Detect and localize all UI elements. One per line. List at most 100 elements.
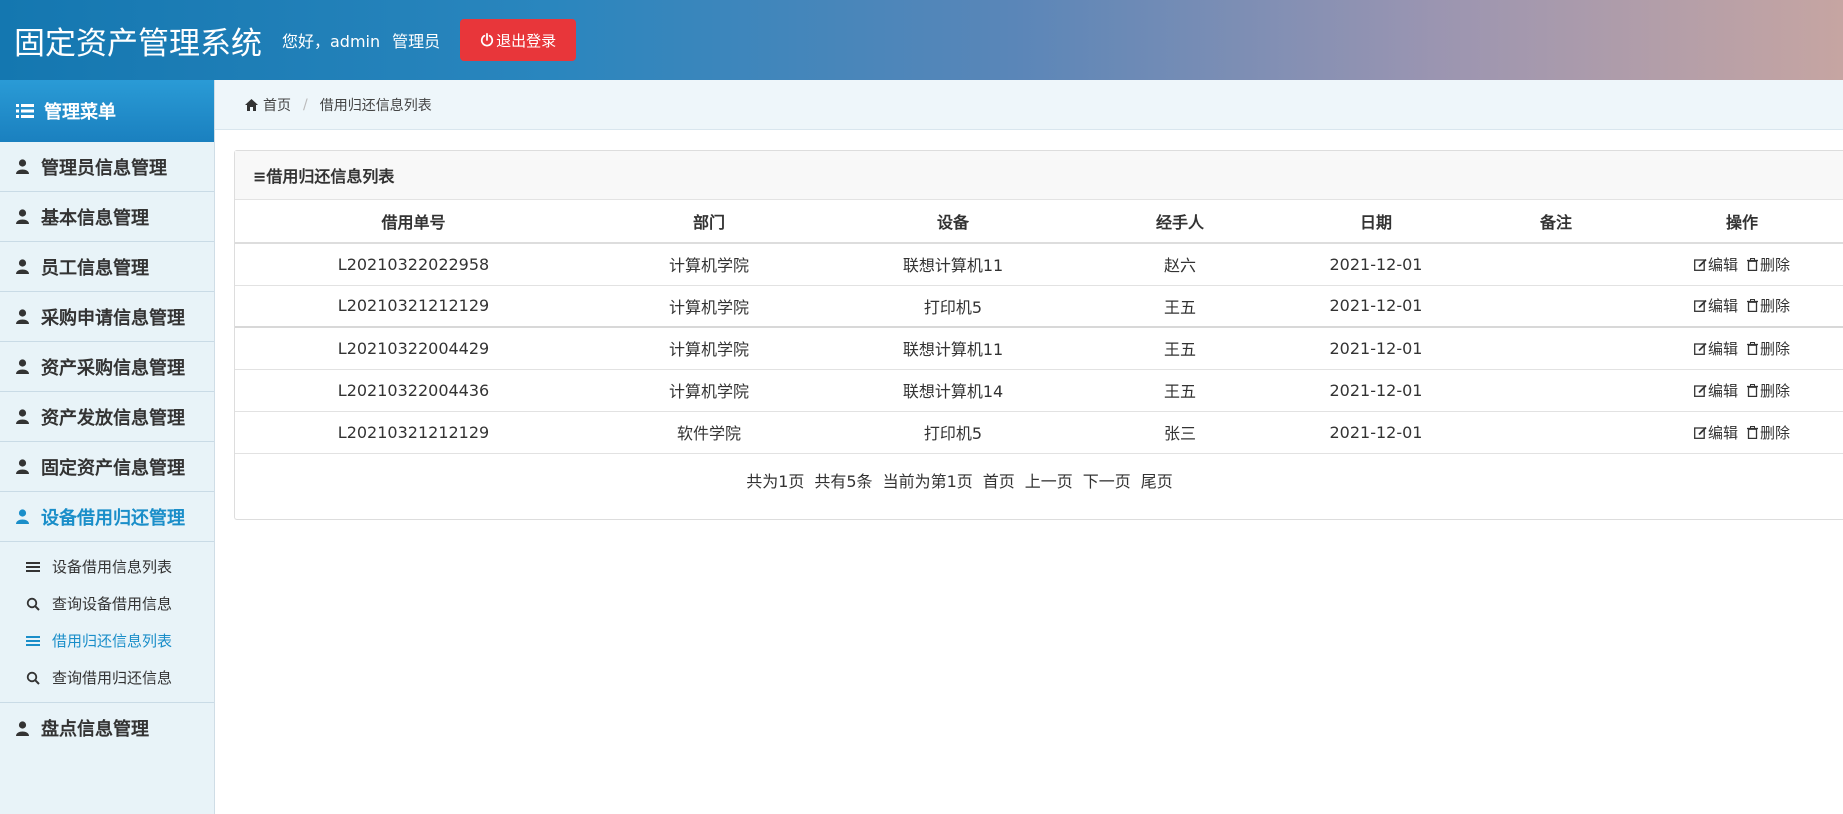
breadcrumb-home-link[interactable]: 首页	[263, 95, 291, 115]
table-cell: 2021-12-01	[1280, 369, 1472, 412]
sidebar-item-label: 资产采购信息管理	[41, 357, 185, 379]
table-cell: L20210322004436	[235, 369, 592, 412]
pager-last-link[interactable]: 尾页	[1141, 468, 1173, 492]
delete-button[interactable]: 删除	[1746, 338, 1790, 359]
pager-first-link[interactable]: 首页	[983, 468, 1015, 492]
submenu-item-label: 查询设备借用信息	[52, 595, 173, 613]
breadcrumb-current: 借用归还信息列表	[319, 97, 432, 114]
sidebar: 管理菜单 管理员信息管理 基本信息管理 员工信息管理 采购申请信息管理 资产采购…	[0, 80, 215, 814]
table-cell	[1472, 327, 1640, 370]
row-actions: 编辑 删除	[1640, 285, 1843, 328]
trash-icon	[1747, 425, 1758, 439]
sidebar-item-admin-info[interactable]: 管理员信息管理	[0, 142, 214, 192]
user-icon	[16, 159, 29, 174]
edit-label: 编辑	[1707, 381, 1738, 400]
edit-icon	[1694, 384, 1707, 397]
breadcrumb-separator: /	[303, 96, 308, 113]
sidebar-item-label: 员工信息管理	[41, 257, 149, 279]
table-cell: 赵六	[1080, 243, 1280, 286]
borrow-return-table: 借用单号 部门 设备 经手人 日期 备注 操作 L20210322022958 …	[235, 200, 1843, 454]
delete-button[interactable]: 删除	[1746, 380, 1790, 401]
pager-total-pages: 共为1页	[746, 472, 805, 491]
greeting-text: 您好，admin	[282, 32, 381, 51]
sidebar-heading: 管理菜单	[0, 80, 214, 142]
sidebar-item-label: 管理员信息管理	[41, 157, 167, 179]
column-header: 操作	[1640, 200, 1843, 244]
power-icon	[481, 33, 494, 47]
table-row: L20210321212129 计算机学院 打印机5 王五 2021-12-01…	[235, 285, 1843, 328]
search-icon	[26, 597, 40, 611]
delete-button[interactable]: 删除	[1746, 295, 1790, 316]
breadcrumb: 首页 / 借用归还信息列表	[215, 80, 1843, 130]
table-row: L20210321212129 软件学院 打印机5 张三 2021-12-01 …	[235, 411, 1843, 454]
delete-button[interactable]: 删除	[1746, 254, 1790, 275]
submenu-item-return-list[interactable]: 借用归还信息列表	[0, 622, 214, 659]
user-icon	[16, 209, 29, 224]
table-cell: 打印机5	[826, 411, 1080, 454]
delete-label: 删除	[1760, 255, 1791, 274]
table-cell: 联想计算机11	[826, 243, 1080, 286]
column-header: 经手人	[1080, 200, 1280, 244]
user-icon	[16, 459, 29, 474]
table-cell: 2021-12-01	[1280, 327, 1472, 370]
pager-prev-link[interactable]: 上一页	[1025, 468, 1073, 492]
table-cell: 软件学院	[592, 411, 826, 454]
list-icon	[26, 561, 40, 572]
row-actions: 编辑 删除	[1640, 369, 1843, 412]
sidebar-item-inventory[interactable]: 盘点信息管理	[0, 703, 214, 753]
sidebar-item-purchase-request[interactable]: 采购申请信息管理	[0, 292, 214, 342]
edit-icon	[1694, 342, 1707, 355]
home-icon	[245, 98, 258, 111]
edit-button[interactable]: 编辑	[1694, 254, 1738, 275]
pager-current-page: 当前为第1页	[882, 472, 973, 491]
trash-icon	[1747, 257, 1758, 271]
submenu-item-label: 查询借用归还信息	[52, 669, 173, 687]
delete-label: 删除	[1760, 297, 1791, 316]
top-header: 固定资产管理系统 您好，admin 管理员 退出登录	[0, 0, 1843, 80]
table-cell: 王五	[1080, 285, 1280, 328]
table-cell: 王五	[1080, 327, 1280, 370]
table-cell	[1472, 369, 1640, 412]
edit-button[interactable]: 编辑	[1694, 338, 1738, 359]
table-cell: 2021-12-01	[1280, 411, 1472, 454]
sidebar-item-asset-purchase[interactable]: 资产采购信息管理	[0, 342, 214, 392]
column-header: 部门	[592, 200, 826, 244]
delete-button[interactable]: 删除	[1746, 422, 1790, 443]
edit-button[interactable]: 编辑	[1694, 295, 1738, 316]
list-icon	[16, 104, 34, 118]
pager-next-link[interactable]: 下一页	[1083, 468, 1131, 492]
sidebar-item-fixed-asset[interactable]: 固定资产信息管理	[0, 442, 214, 492]
edit-label: 编辑	[1707, 255, 1738, 274]
sidebar-item-asset-distribution[interactable]: 资产发放信息管理	[0, 392, 214, 442]
sidebar-item-label: 设备借用归还管理	[41, 507, 185, 529]
edit-button[interactable]: 编辑	[1694, 380, 1738, 401]
sidebar-item-basic-info[interactable]: 基本信息管理	[0, 192, 214, 242]
panel-title: ≡借用归还信息列表	[235, 151, 1843, 200]
submenu-item-label: 借用归还信息列表	[52, 632, 173, 650]
sidebar-item-equipment-borrow[interactable]: 设备借用归还管理	[0, 492, 214, 542]
sidebar-item-label: 盘点信息管理	[41, 719, 149, 740]
submenu-item-return-search[interactable]: 查询借用归还信息	[0, 659, 214, 696]
trash-icon	[1747, 299, 1758, 313]
user-greeting: 您好，admin 管理员	[282, 28, 440, 52]
column-header: 备注	[1472, 200, 1640, 244]
logout-label: 退出登录	[496, 31, 557, 50]
user-icon	[16, 720, 29, 736]
table-cell: 联想计算机11	[826, 327, 1080, 370]
pagination: 共为1页 共有5条 当前为第1页 首页 上一页 下一页 尾页	[235, 468, 1843, 492]
table-row: L20210322022958 计算机学院 联想计算机11 赵六 2021-12…	[235, 243, 1843, 286]
column-header: 借用单号	[235, 200, 592, 244]
edit-button[interactable]: 编辑	[1694, 422, 1738, 443]
sidebar-item-employee-info[interactable]: 员工信息管理	[0, 242, 214, 292]
edit-label: 编辑	[1707, 423, 1738, 442]
submenu-item-borrow-search[interactable]: 查询设备借用信息	[0, 585, 214, 622]
table-cell: 张三	[1080, 411, 1280, 454]
table-cell: 联想计算机14	[826, 369, 1080, 412]
sidebar-heading-label: 管理菜单	[44, 102, 116, 123]
table-row: L20210322004429 计算机学院 联想计算机11 王五 2021-12…	[235, 327, 1843, 370]
submenu-item-borrow-list[interactable]: 设备借用信息列表	[0, 548, 214, 585]
edit-label: 编辑	[1707, 339, 1738, 358]
table-cell: 计算机学院	[592, 327, 826, 370]
app-title: 固定资产管理系统	[14, 25, 262, 62]
logout-button[interactable]: 退出登录	[460, 19, 577, 61]
